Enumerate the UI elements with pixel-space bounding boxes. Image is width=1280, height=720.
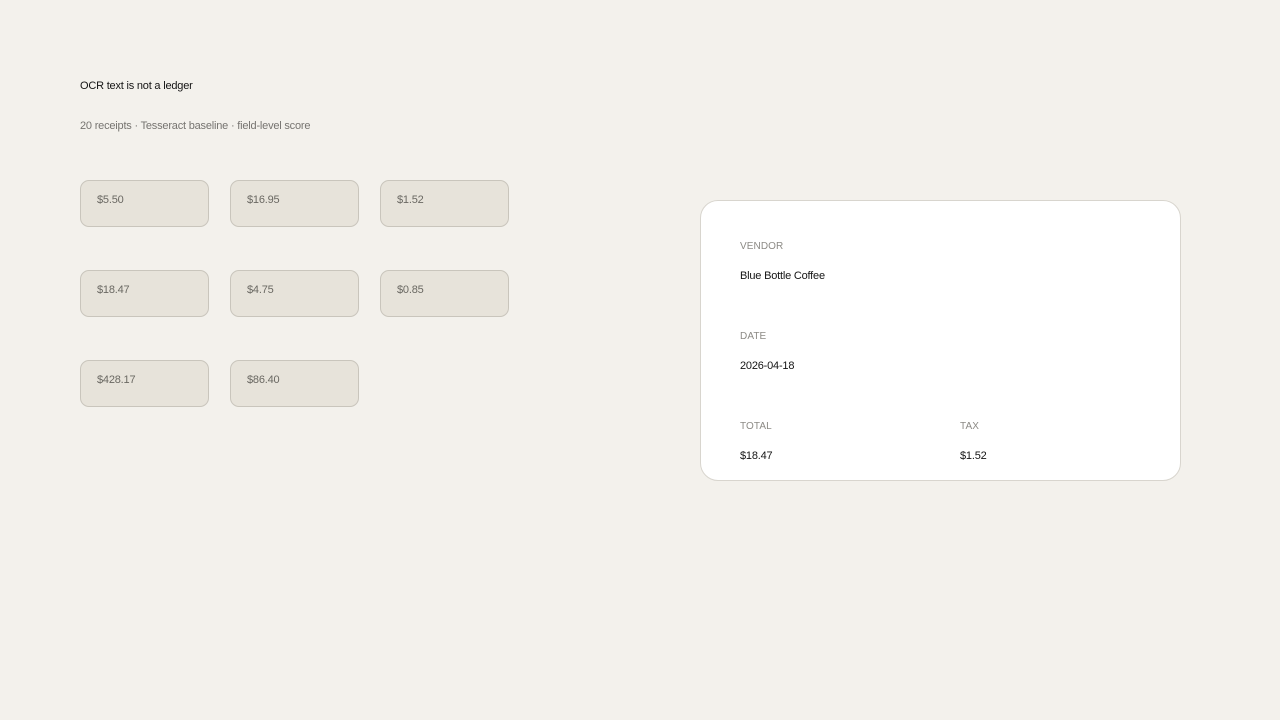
- amount-chip[interactable]: $428.17: [80, 360, 209, 407]
- vendor-label: VENDOR: [740, 241, 784, 252]
- amount-chip[interactable]: $5.50: [80, 180, 209, 227]
- amount-chip-label: $86.40: [247, 374, 280, 386]
- amount-chip-label: $5.50: [97, 194, 124, 206]
- tax-value: $1.52: [960, 450, 987, 462]
- total-value: $18.47: [740, 450, 773, 462]
- vendor-value: Blue Bottle Coffee: [740, 270, 825, 282]
- amount-chip[interactable]: $4.75: [230, 270, 359, 317]
- amount-chip[interactable]: $86.40: [230, 360, 359, 407]
- amount-chip-label: $428.17: [97, 374, 136, 386]
- amount-chip-label: $0.85: [397, 284, 424, 296]
- date-value: 2026-04-18: [740, 360, 795, 372]
- amount-chip[interactable]: $18.47: [80, 270, 209, 317]
- page-title: OCR text is not a ledger: [80, 80, 193, 92]
- total-label: TOTAL: [740, 421, 772, 432]
- tax-label: TAX: [960, 421, 980, 432]
- receipt-card: VENDOR Blue Bottle Coffee DATE 2026-04-1…: [700, 200, 1181, 481]
- page: OCR text is not a ledger 20 receipts · T…: [0, 0, 1280, 720]
- page-subtitle: 20 receipts · Tesseract baseline · field…: [80, 120, 311, 132]
- amount-chip-label: $1.52: [397, 194, 424, 206]
- amount-chip-label: $4.75: [247, 284, 274, 296]
- amount-chip[interactable]: $1.52: [380, 180, 509, 227]
- date-label: DATE: [740, 331, 767, 342]
- amount-chip[interactable]: $0.85: [380, 270, 509, 317]
- amount-chip[interactable]: $16.95: [230, 180, 359, 227]
- amount-chip-label: $16.95: [247, 194, 280, 206]
- amount-chip-label: $18.47: [97, 284, 130, 296]
